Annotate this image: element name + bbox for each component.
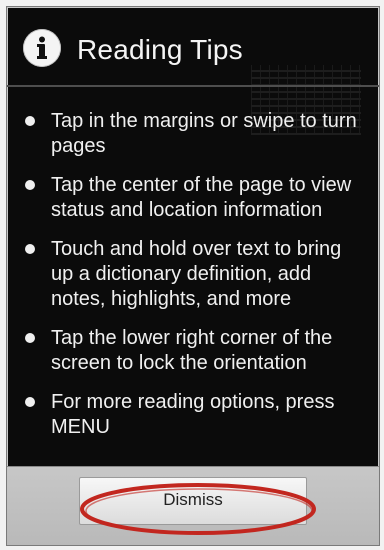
header-divider xyxy=(7,85,379,87)
dismiss-label: Dismiss xyxy=(163,490,223,509)
bullet-icon xyxy=(25,244,35,254)
tip-text: Tap the lower right corner of the screen… xyxy=(51,327,333,374)
info-icon xyxy=(23,29,61,67)
tip-text: Tap the center of the page to view statu… xyxy=(51,174,352,221)
tip-item: Touch and hold over text to bring up a d… xyxy=(25,237,365,312)
dismiss-button[interactable]: Dismiss xyxy=(79,477,307,525)
reading-tips-dialog: Reading Tips Tap in the margins or swipe… xyxy=(6,6,380,546)
tips-list: Tap in the margins or swipe to turn page… xyxy=(25,109,365,440)
tip-text: Touch and hold over text to bring up a d… xyxy=(51,238,342,310)
tip-text: Tap in the margins or swipe to turn page… xyxy=(51,110,357,157)
screen: Reading Tips Tap in the margins or swipe… xyxy=(0,0,384,550)
tip-item: For more reading options, press MENU xyxy=(25,390,365,440)
bullet-icon xyxy=(25,116,35,126)
dialog-header: Reading Tips xyxy=(7,7,379,87)
tip-item: Tap the lower right corner of the screen… xyxy=(25,326,365,376)
dialog-title: Reading Tips xyxy=(77,34,243,65)
bullet-icon xyxy=(25,180,35,190)
bullet-icon xyxy=(25,397,35,407)
dialog-footer: Dismiss xyxy=(7,466,379,545)
bullet-icon xyxy=(25,333,35,343)
tip-text: For more reading options, press MENU xyxy=(51,391,335,438)
tip-item: Tap in the margins or swipe to turn page… xyxy=(25,109,365,159)
tip-item: Tap the center of the page to view statu… xyxy=(25,173,365,223)
